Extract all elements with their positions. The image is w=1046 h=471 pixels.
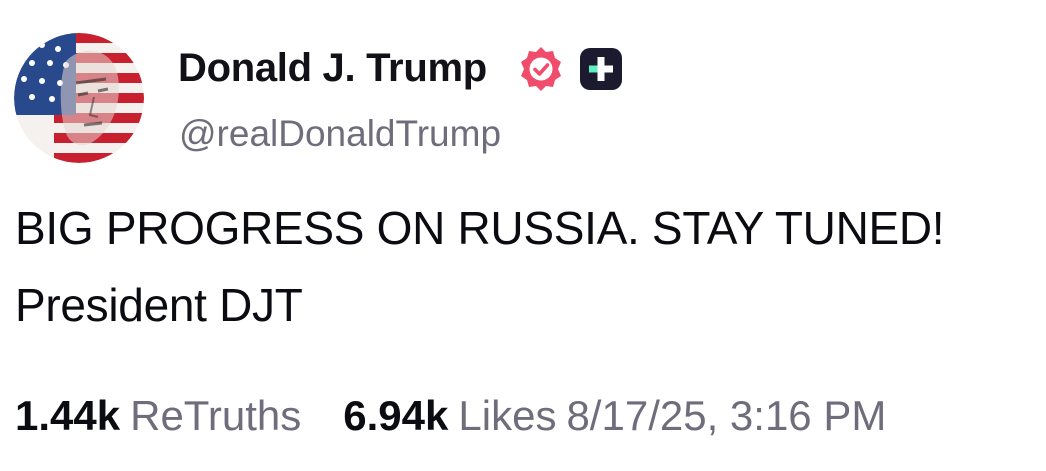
likes-count[interactable]: 6.94k bbox=[343, 388, 448, 444]
truth-post: Donald J. Trump @realDonaldTrump BIG PRO… bbox=[0, 0, 1046, 471]
retruths-count[interactable]: 1.44k bbox=[15, 388, 120, 444]
plus-badge-icon bbox=[580, 48, 622, 90]
avatar[interactable] bbox=[14, 33, 144, 163]
user-handle[interactable]: @realDonaldTrump bbox=[179, 112, 501, 156]
likes-label[interactable]: Likes bbox=[458, 388, 556, 444]
post-timestamp[interactable]: 8/17/25, 3:16 PM bbox=[566, 388, 886, 444]
post-text: BIG PROGRESS ON RUSSIA. STAY TUNED! Pres… bbox=[15, 202, 945, 331]
retruths-label[interactable]: ReTruths bbox=[130, 388, 301, 444]
flag-portrait-avatar bbox=[14, 33, 144, 163]
verified-badge-icon bbox=[521, 47, 561, 91]
post-stats: 1.44k ReTruths 6.94k Likes 8/17/25, 3:16… bbox=[15, 388, 886, 448]
display-name[interactable]: Donald J. Trump bbox=[178, 45, 487, 91]
